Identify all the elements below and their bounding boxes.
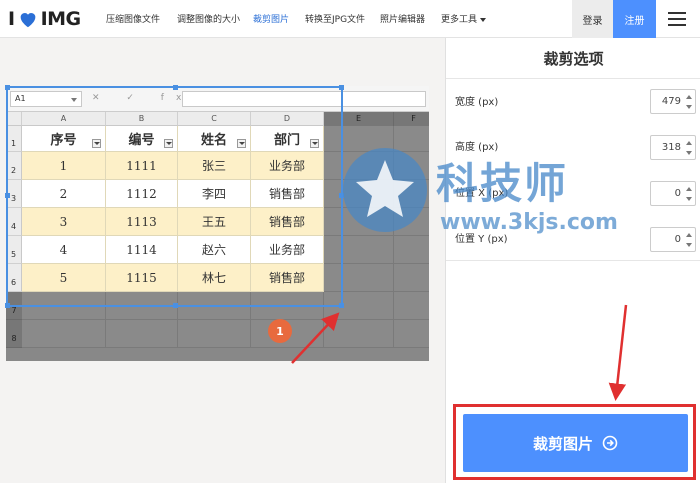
- empty-cell: [106, 320, 178, 348]
- empty-cell: [394, 320, 429, 348]
- arrow-right-circle-icon: [602, 435, 618, 451]
- empty-cell: [394, 126, 429, 152]
- empty-cell: [394, 152, 429, 180]
- top-nav: I IMG 压缩图像文件 调整图像的大小 裁剪图片 转换至JPG文件 照片编辑器…: [0, 0, 700, 38]
- nav-crop[interactable]: 裁剪图片: [253, 12, 289, 25]
- crop-handle-left[interactable]: [5, 193, 10, 198]
- empty-cell: [394, 236, 429, 264]
- height-value: 318: [661, 142, 681, 153]
- chevron-down-icon: [480, 17, 487, 22]
- row-header: 8: [6, 320, 22, 348]
- panel-title: 裁剪选项: [543, 50, 604, 68]
- empty-cell: [394, 264, 429, 292]
- nav-compress[interactable]: 压缩图像文件: [106, 12, 160, 25]
- empty-cell: [178, 320, 251, 348]
- pos-x-value: 0: [674, 188, 681, 199]
- empty-cell: [394, 292, 429, 320]
- empty-cell: [394, 208, 429, 236]
- logo-right: IMG: [40, 8, 82, 30]
- divider: [446, 260, 700, 261]
- crop-handle-br[interactable]: [339, 303, 344, 308]
- nav-convert-jpg[interactable]: 转换至JPG文件: [305, 12, 365, 25]
- crop-image-button[interactable]: 裁剪图片: [463, 414, 688, 472]
- crop-handle-tr[interactable]: [339, 85, 344, 90]
- column-header: F: [394, 112, 429, 126]
- nav-resize[interactable]: 调整图像的大小: [177, 12, 240, 25]
- login-button[interactable]: 登录: [572, 0, 613, 38]
- crop-handle-right[interactable]: [339, 193, 344, 198]
- spinner-icon[interactable]: [686, 141, 692, 155]
- logo-left: I: [8, 8, 15, 30]
- spinner-icon[interactable]: [686, 233, 692, 247]
- width-value: 479: [661, 96, 681, 107]
- divider: [446, 78, 700, 79]
- spinner-icon[interactable]: [686, 95, 692, 109]
- nav-more-tools[interactable]: 更多工具: [441, 12, 487, 25]
- crop-button-label: 裁剪图片: [532, 434, 593, 453]
- height-label: 高度 (px): [455, 142, 499, 153]
- pos-y-value: 0: [674, 234, 681, 245]
- crop-handle-bl[interactable]: [5, 303, 10, 308]
- pos-x-input[interactable]: 0: [650, 181, 696, 206]
- register-button[interactable]: 注册: [613, 0, 656, 38]
- pos-y-input[interactable]: 0: [650, 227, 696, 252]
- height-input[interactable]: 318: [650, 135, 696, 160]
- crop-selection-box[interactable]: [5, 85, 344, 308]
- nav-more-label: 更多工具: [441, 15, 478, 25]
- width-input[interactable]: 479: [650, 89, 696, 114]
- empty-cell: [324, 320, 394, 348]
- hamburger-menu-icon[interactable]: [668, 12, 686, 26]
- empty-cell: [22, 320, 106, 348]
- step-marker: 1: [268, 319, 292, 343]
- width-label: 宽度 (px): [455, 97, 499, 108]
- spinner-icon[interactable]: [686, 187, 692, 201]
- crop-handle-tl[interactable]: [5, 85, 10, 90]
- heart-icon: [20, 13, 35, 28]
- ilovecimg-logo[interactable]: I IMG: [8, 7, 81, 31]
- pos-x-label: 位置 X (px): [455, 188, 509, 199]
- crop-handle-top[interactable]: [173, 85, 178, 90]
- crop-handle-bottom[interactable]: [173, 303, 178, 308]
- nav-photo-editor[interactable]: 照片编辑器: [380, 12, 425, 25]
- pos-y-label: 位置 Y (px): [455, 234, 508, 245]
- empty-cell: [394, 180, 429, 208]
